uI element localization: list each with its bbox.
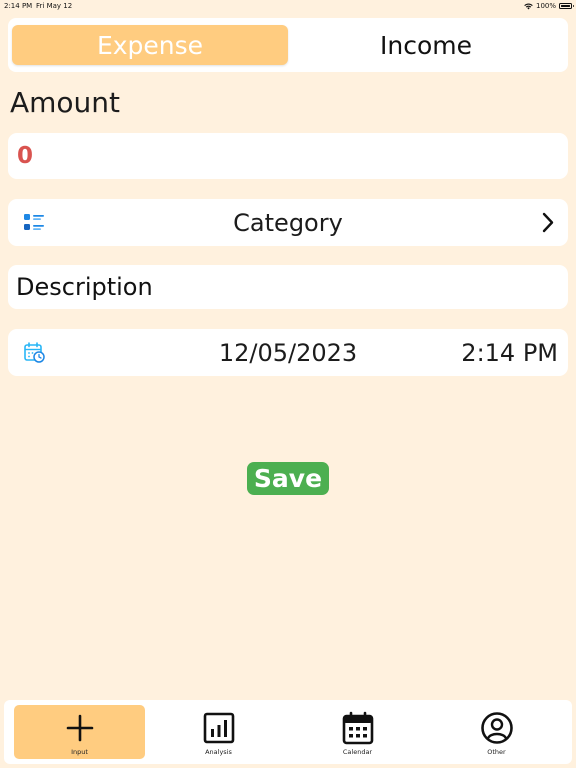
- status-right: 100%: [524, 0, 574, 12]
- battery-percent: 100%: [535, 2, 556, 10]
- tab-input-label: Input: [71, 748, 88, 756]
- tab-calendar[interactable]: Calendar: [292, 705, 423, 759]
- tab-other[interactable]: Other: [431, 705, 562, 759]
- segment-expense[interactable]: Expense: [12, 25, 288, 65]
- calendar-icon: [342, 711, 373, 745]
- time-value[interactable]: 2:14 PM: [461, 329, 558, 376]
- person-circle-icon: [480, 712, 513, 744]
- app-screen: 2:14 PM Fri May 12 100% Expense Income A…: [0, 0, 576, 768]
- tab-bar: Input Analysis Calendar Other: [4, 700, 572, 764]
- tab-other-label: Other: [487, 748, 506, 756]
- tab-calendar-label: Calendar: [342, 748, 373, 756]
- category-selector[interactable]: Category: [8, 199, 568, 246]
- segment-income[interactable]: Income: [288, 25, 564, 65]
- status-date: Fri May 12: [36, 2, 73, 10]
- amount-card: [8, 133, 568, 179]
- save-button[interactable]: Save: [247, 462, 329, 495]
- description-input[interactable]: [16, 265, 560, 309]
- description-card: [8, 265, 568, 309]
- tab-analysis-label: Analysis: [205, 748, 232, 756]
- chevron-right-icon: [542, 212, 554, 233]
- datetime-card: 12/05/2023 2:14 PM: [8, 329, 568, 376]
- amount-input[interactable]: [17, 133, 557, 179]
- bar-chart-icon: [203, 712, 234, 744]
- category-label: Category: [233, 208, 343, 237]
- tab-input[interactable]: Input: [14, 705, 145, 759]
- tab-analysis[interactable]: Analysis: [153, 705, 284, 759]
- status-bar: 2:14 PM Fri May 12 100%: [0, 0, 576, 12]
- status-time: 2:14 PM: [4, 2, 33, 10]
- wifi-icon: [524, 2, 533, 9]
- plus-icon: [66, 714, 93, 742]
- amount-heading: Amount: [10, 86, 121, 119]
- battery-icon: [559, 3, 574, 9]
- type-segmented-control: Expense Income: [8, 18, 568, 72]
